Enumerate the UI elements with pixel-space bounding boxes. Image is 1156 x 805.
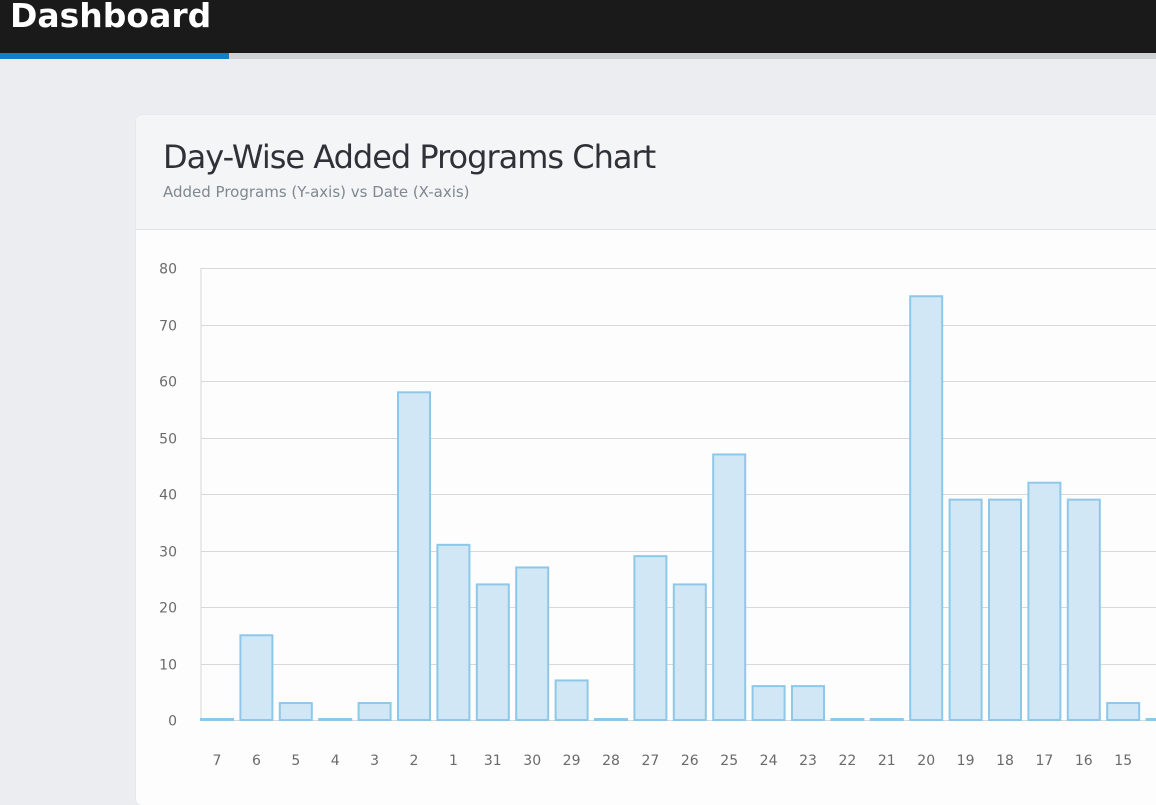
- bar: [1027, 481, 1062, 722]
- x-tick-label: 3: [370, 753, 379, 769]
- bar: [1106, 702, 1141, 721]
- bar: [515, 566, 550, 722]
- bar: [239, 634, 274, 721]
- y-tick-label: 50: [159, 432, 177, 448]
- x-tick-label: 29: [563, 753, 581, 769]
- bar: [278, 702, 313, 721]
- bar: [436, 543, 471, 721]
- bar: [357, 702, 392, 721]
- x-tick-label: 30: [523, 753, 541, 769]
- bar: [751, 685, 786, 721]
- bar: [594, 718, 628, 721]
- y-tick-label: 30: [159, 545, 177, 561]
- x-tick-label: 7: [213, 753, 222, 769]
- bar: [554, 679, 589, 722]
- bar: [712, 453, 747, 721]
- x-tick-label: 2: [410, 753, 419, 769]
- y-tick-label: 10: [159, 658, 177, 674]
- bar: [633, 555, 668, 722]
- bar-chart: 010203040506070807 6 5 4 3 2 1 31 30 29 28 27 26 25 24…: [159, 262, 1156, 769]
- x-tick-label: 22: [838, 753, 856, 769]
- x-tick-label: 25: [720, 753, 738, 769]
- x-tick-label: 1: [449, 753, 458, 769]
- x-tick-label: 28: [602, 753, 620, 769]
- bar: [397, 391, 431, 721]
- x-tick-label: 4: [331, 753, 340, 769]
- bar: [909, 295, 944, 721]
- x-tick-label: 20: [917, 753, 935, 769]
- bar: [948, 498, 983, 721]
- x-tick-label: 23: [799, 753, 817, 769]
- bar-clipped: [1145, 718, 1156, 721]
- y-tick-label: 40: [159, 488, 177, 504]
- bar: [1066, 498, 1101, 721]
- y-tick-label: 20: [159, 601, 177, 617]
- x-tick-label: 24: [760, 753, 778, 769]
- x-tick-label: 31: [484, 753, 502, 769]
- bar: [475, 583, 510, 722]
- x-tick-label: 26: [681, 753, 699, 769]
- bar: [988, 498, 1022, 721]
- x-tick-label: 18: [996, 753, 1014, 769]
- x-tick-label: 15: [1114, 753, 1132, 769]
- bar: [200, 718, 234, 721]
- y-tick-label: 80: [159, 262, 177, 278]
- y-tick-label: 60: [159, 375, 177, 391]
- x-tick-label: 17: [1035, 753, 1053, 769]
- x-tick-label: 21: [878, 753, 896, 769]
- x-tick-label: 27: [641, 753, 659, 769]
- bar: [869, 718, 904, 721]
- x-tick-label: 16: [1075, 753, 1093, 769]
- y-tick-label: 0: [168, 714, 177, 730]
- bar: [672, 583, 707, 722]
- x-tick-label: 6: [252, 753, 261, 769]
- bar: [830, 718, 865, 721]
- bar: [791, 685, 825, 721]
- x-tick-label: 19: [957, 753, 975, 769]
- bar: [318, 718, 353, 721]
- y-tick-label: 70: [159, 319, 177, 335]
- x-tick-label: 5: [291, 753, 300, 769]
